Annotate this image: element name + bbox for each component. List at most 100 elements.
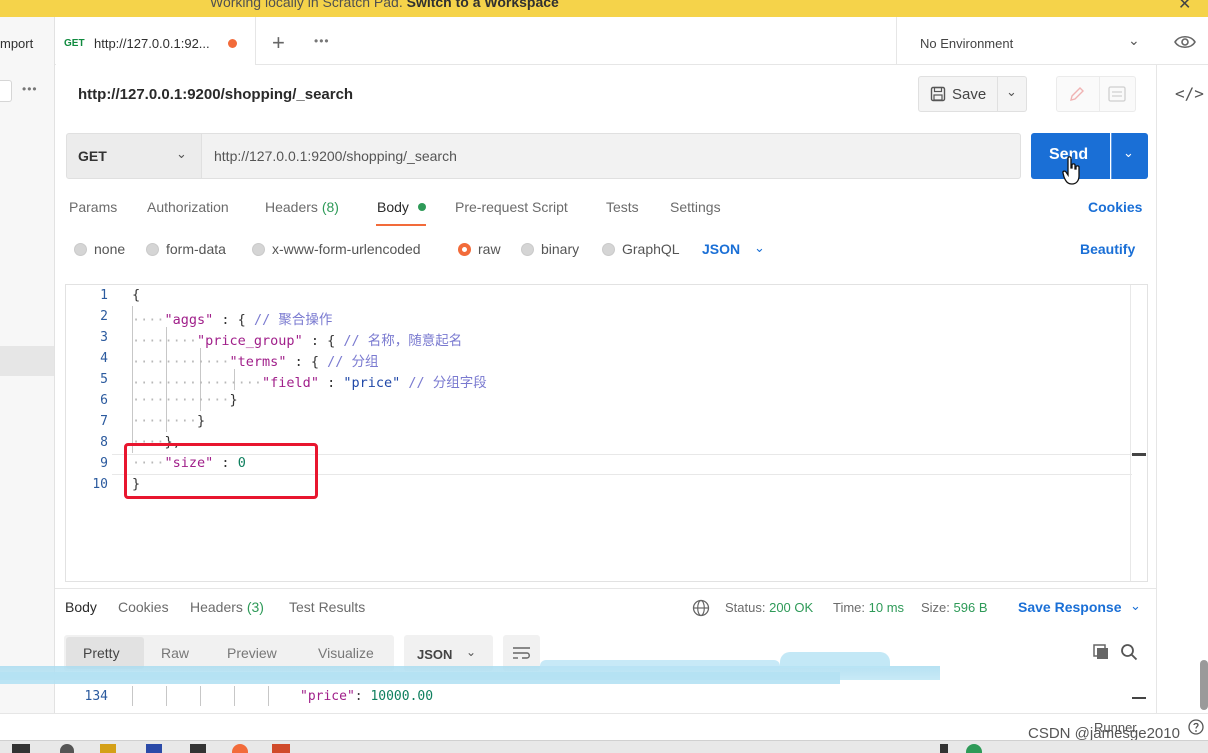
chevron-down-icon[interactable]: ⌄: [754, 240, 765, 256]
chevron-down-icon[interactable]: ⌄: [176, 146, 187, 162]
unsaved-changes-dot: [228, 39, 237, 48]
radio-graphql-label[interactable]: GraphQL: [622, 241, 680, 257]
response-tab-headers[interactable]: Headers (3): [190, 599, 264, 615]
radio-form-data[interactable]: [146, 243, 159, 256]
taskbar-app-icon[interactable]: [272, 744, 290, 753]
hand-cursor-icon: [1062, 156, 1080, 185]
radio-none[interactable]: [74, 243, 87, 256]
chevron-down-icon[interactable]: ⌄: [466, 645, 476, 659]
pencil-icon[interactable]: [1068, 85, 1086, 103]
banner-text: Working locally in Scratch Pad. Switch t…: [210, 0, 559, 10]
line-number: 2: [100, 309, 108, 324]
chevron-down-icon[interactable]: ⌄: [1130, 598, 1141, 614]
divider: [896, 17, 897, 65]
globe-icon[interactable]: [692, 599, 710, 617]
view-raw[interactable]: Raw: [161, 645, 189, 661]
headers-count: (8): [321, 199, 339, 215]
view-preview[interactable]: Preview: [227, 645, 277, 661]
video-overlay-artifact: [0, 672, 840, 684]
taskbar-postman-icon[interactable]: [232, 744, 248, 753]
editor-scrollbar[interactable]: [1130, 285, 1147, 581]
os-taskbar: [0, 740, 1208, 753]
radio-none-label[interactable]: none: [94, 241, 125, 257]
tab-body[interactable]: Body: [377, 199, 409, 215]
tab-params[interactable]: Params: [69, 199, 117, 215]
status-info[interactable]: Status: 200 OK: [725, 600, 813, 615]
body-format-select[interactable]: JSON: [702, 241, 740, 257]
response-scrollbar[interactable]: [1200, 660, 1208, 710]
radio-raw[interactable]: [458, 243, 471, 256]
save-icon: [930, 86, 946, 102]
taskbar-tray-icon[interactable]: [940, 744, 948, 753]
taskbar-app-icon[interactable]: [100, 744, 116, 753]
line-number: 7: [100, 414, 108, 429]
indent-guide: [268, 686, 269, 706]
cookies-link[interactable]: Cookies: [1088, 199, 1142, 215]
tab-settings[interactable]: Settings: [670, 199, 721, 215]
switch-workspace-link[interactable]: Switch to a Workspace: [407, 0, 559, 10]
scratch-pad-banner: Working locally in Scratch Pad. Switch t…: [0, 0, 1208, 17]
code-line: ········}: [132, 413, 206, 429]
eye-icon[interactable]: [1174, 34, 1196, 50]
save-label[interactable]: Save: [952, 86, 986, 103]
tab-more-icon[interactable]: •••: [314, 34, 330, 48]
response-tab-cookies[interactable]: Cookies: [118, 599, 169, 615]
tab-label[interactable]: http://127.0.0.1:92...: [94, 36, 210, 51]
sidebar-filter-input[interactable]: [0, 80, 12, 102]
method-label[interactable]: GET: [78, 148, 107, 164]
tab-headers[interactable]: Headers (8): [265, 199, 339, 215]
url-input[interactable]: [202, 133, 1021, 179]
line-number: 4: [100, 351, 108, 366]
chevron-down-icon[interactable]: ⌄: [1006, 84, 1017, 100]
sidebar-selected-item[interactable]: [0, 346, 54, 376]
radio-form-data-label[interactable]: form-data: [166, 241, 226, 257]
active-tab-underline: [376, 224, 426, 226]
taskbar-app-icon[interactable]: [12, 744, 30, 753]
taskbar-tray-icon[interactable]: [966, 744, 982, 753]
tab-authorization[interactable]: Authorization: [147, 199, 229, 215]
line-number: 6: [100, 393, 108, 408]
radio-raw-label[interactable]: raw: [478, 241, 501, 257]
body-indicator-dot: [418, 203, 426, 211]
radio-graphql[interactable]: [602, 243, 615, 256]
response-tab-test-results[interactable]: Test Results: [289, 599, 365, 615]
response-line-number: 134: [84, 689, 108, 704]
view-visualize[interactable]: Visualize: [318, 645, 374, 661]
import-button[interactable]: mport: [0, 36, 33, 51]
view-pretty[interactable]: Pretty: [83, 645, 120, 661]
save-response-button[interactable]: Save Response: [1018, 599, 1122, 615]
search-icon[interactable]: [1120, 643, 1138, 661]
response-tab-body[interactable]: Body: [65, 599, 97, 615]
help-icon[interactable]: [1188, 719, 1204, 735]
chevron-down-icon[interactable]: ⌄: [1123, 145, 1134, 161]
size-info[interactable]: Size: 596 B: [921, 600, 988, 615]
divider: [55, 588, 1156, 589]
copy-icon[interactable]: [1092, 643, 1110, 661]
close-icon[interactable]: ✕: [1178, 0, 1191, 14]
radio-urlencoded[interactable]: [252, 243, 265, 256]
indent-guide: [166, 686, 167, 706]
more-options-icon[interactable]: •••: [22, 82, 38, 96]
line-number: 1: [100, 288, 108, 303]
comment-icon[interactable]: [1108, 86, 1126, 102]
taskbar-app-icon[interactable]: [146, 744, 162, 753]
wrap-lines-icon[interactable]: [511, 644, 532, 662]
beautify-link[interactable]: Beautify: [1080, 241, 1135, 257]
radio-urlencoded-label[interactable]: x-www-form-urlencoded: [272, 241, 421, 257]
environment-selector[interactable]: No Environment: [920, 36, 1013, 51]
taskbar-app-icon[interactable]: [60, 744, 74, 753]
response-format-label[interactable]: JSON: [417, 647, 452, 662]
tab-pre-request-script[interactable]: Pre-request Script: [455, 199, 568, 215]
line-number: 3: [100, 330, 108, 345]
scroll-marker: [1132, 697, 1146, 699]
chevron-down-icon[interactable]: ⌄: [1128, 32, 1140, 49]
tab-tests[interactable]: Tests: [606, 199, 639, 215]
request-title[interactable]: http://127.0.0.1:9200/shopping/_search: [78, 86, 353, 103]
taskbar-app-icon[interactable]: [190, 744, 206, 753]
line-number: 5: [100, 372, 108, 387]
code-snippet-icon[interactable]: </>: [1175, 84, 1204, 103]
time-info[interactable]: Time: 10 ms: [833, 600, 904, 615]
radio-binary[interactable]: [521, 243, 534, 256]
new-tab-plus-icon[interactable]: +: [272, 30, 285, 56]
radio-binary-label[interactable]: binary: [541, 241, 579, 257]
